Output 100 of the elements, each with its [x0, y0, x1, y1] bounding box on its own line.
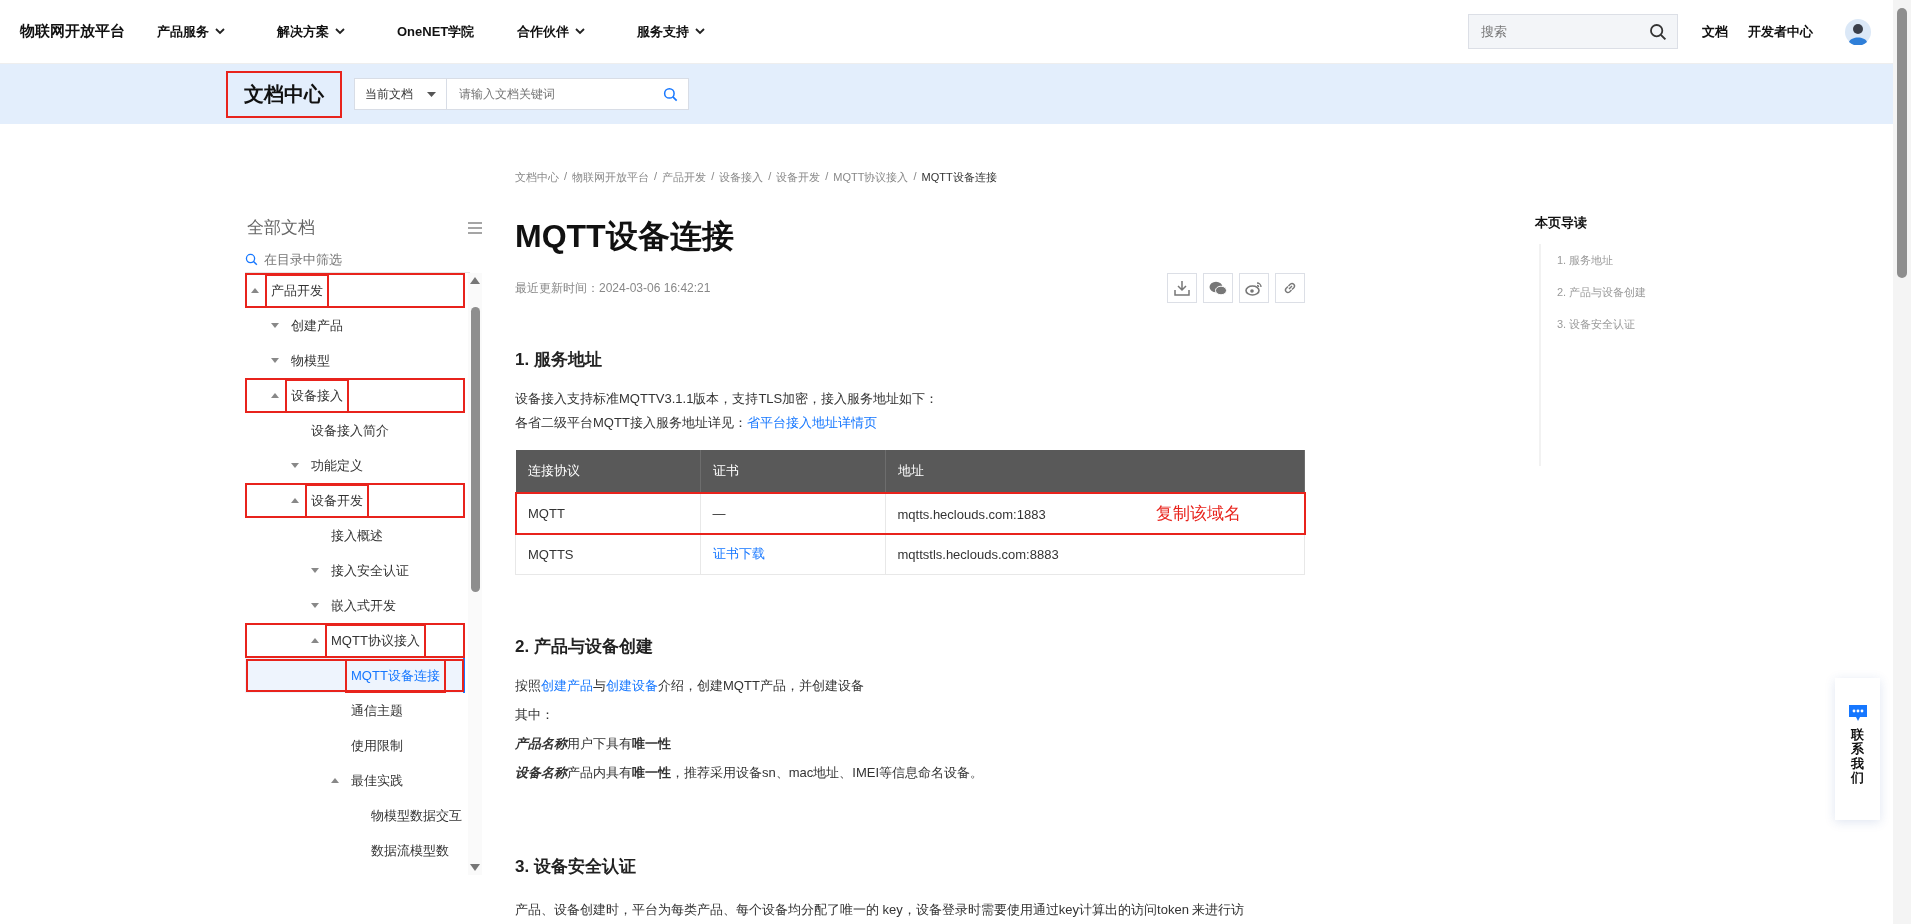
caret-down-icon[interactable]: [470, 864, 480, 871]
paragraph: 产品、设备创建时，平台为每类产品、每个设备均分配了唯一的 key，设备登录时需要使用通过key计算出的访问token 来进行访: [515, 901, 1246, 919]
paragraph: 产品名称用户下具有唯一性: [515, 735, 672, 753]
toc-title: 本页导读: [1535, 214, 1588, 232]
section-heading: 2. 产品与设备创建: [515, 636, 654, 658]
nav-menu-item[interactable]: OneNET学院: [397, 22, 517, 41]
breadcrumb-link[interactable]: 物联网开放平台: [572, 170, 650, 185]
avatar[interactable]: [1845, 18, 1871, 45]
doc-search-field[interactable]: 请输入文档关键词: [447, 79, 688, 109]
nav-menu-item[interactable]: 解决方案: [277, 22, 397, 41]
breadcrumb-link[interactable]: 设备接入: [719, 170, 764, 185]
download-button[interactable]: [1167, 273, 1197, 303]
paragraph: 设备接入支持标准MQTTV3.1.1版本，支持TLS加密，接入服务地址如下： 各省二级平台MQTT接入服务地址详见：省平台接入地址详情页: [515, 390, 940, 432]
caret-up-icon: [251, 288, 259, 293]
share-button[interactable]: [1239, 273, 1269, 303]
text-link[interactable]: 创建设备: [606, 678, 658, 693]
search-input[interactable]: 请输入文档关键词: [457, 86, 663, 102]
chat-bubbles-icon: [1209, 280, 1227, 296]
column-header: 地址: [885, 450, 1305, 493]
paragraph: 按照创建产品与创建设备介绍，创建MQTT产品，并创建设备: [515, 677, 865, 695]
page-title: 文档中心: [226, 70, 342, 118]
caret-up-icon: [331, 778, 339, 783]
search-icon[interactable]: [1649, 22, 1667, 41]
search-input[interactable]: 搜索: [1479, 23, 1649, 40]
tree-item[interactable]: 设备接入简介: [245, 413, 465, 448]
breadcrumb-separator: /: [825, 170, 829, 184]
breadcrumb-separator: /: [564, 170, 568, 184]
caret-down-icon: [311, 603, 319, 608]
filter-input[interactable]: 在目录中筛选: [262, 251, 470, 268]
copy-link-button[interactable]: [1275, 273, 1305, 303]
tree-item[interactable]: 设备接入: [245, 378, 465, 413]
header-link[interactable]: 开发者中心: [1748, 22, 1813, 41]
link-icon: [1282, 280, 1298, 296]
text-link[interactable]: 省平台接入地址详情页: [746, 415, 877, 430]
section-heading: 3. 设备安全认证: [515, 856, 637, 878]
caret-up-icon: [291, 498, 299, 503]
tree-item[interactable]: 产品开发: [245, 273, 465, 308]
cell-text: —: [712, 505, 726, 521]
breadcrumb-link[interactable]: MQTT协议接入: [833, 170, 909, 185]
nav-menu-item[interactable]: 合作伙伴: [517, 22, 637, 41]
tree-item[interactable]: 嵌入式开发: [245, 588, 465, 623]
chat-icon: [1847, 704, 1868, 722]
menu-icon[interactable]: [468, 221, 482, 234]
tree-item[interactable]: 接入概述: [245, 518, 465, 553]
text-link[interactable]: 创建产品: [541, 678, 593, 693]
update-time: 最近更新时间：2024-03-06 16:42:21: [515, 279, 711, 297]
caret-up-icon[interactable]: [470, 277, 480, 284]
cell-text: MQTTS: [528, 546, 574, 562]
caret-down-icon: [311, 568, 319, 573]
nav-menu-item[interactable]: 产品服务: [157, 22, 277, 41]
column-header: 连接协议: [515, 450, 700, 493]
breadcrumb-separator: /: [711, 170, 715, 184]
tree-item[interactable]: 使用限制: [245, 728, 465, 763]
sidebar-title: 全部文档: [247, 217, 315, 239]
caret-up-icon: [311, 638, 319, 643]
tree-item[interactable]: 通信主题: [245, 693, 465, 728]
tree-item[interactable]: 功能定义: [245, 448, 465, 483]
header-link[interactable]: 文档: [1702, 22, 1728, 41]
share-button[interactable]: [1203, 273, 1233, 303]
tree-item[interactable]: 最佳实践: [245, 763, 465, 798]
filter-field[interactable]: 在目录中筛选: [245, 251, 470, 273]
doc-search-bar[interactable]: 当前文档 请输入文档关键词: [354, 78, 689, 110]
column-header: 证书: [700, 450, 885, 493]
cell-text: mqtts.heclouds.com:1883: [897, 506, 1046, 522]
scope-dropdown[interactable]: 当前文档: [355, 79, 447, 109]
chevron-down-icon: [335, 28, 345, 35]
tree-item[interactable]: 物模型数据交互: [245, 798, 465, 833]
tree-item[interactable]: 物模型: [245, 343, 465, 378]
swirl-icon: [1245, 280, 1263, 296]
download-icon: [1174, 280, 1190, 296]
caret-up-icon: [271, 393, 279, 398]
tree-item[interactable]: 创建产品: [245, 308, 465, 343]
nav-menu-item[interactable]: 服务支持: [637, 22, 757, 41]
breadcrumb-link[interactable]: 文档中心: [515, 170, 559, 185]
breadcrumb-separator: /: [654, 170, 658, 184]
chevron-down-icon: [575, 28, 585, 35]
breadcrumb-link[interactable]: 设备开发: [776, 170, 821, 185]
site-logo[interactable]: 物联网开放平台: [20, 22, 125, 41]
caret-down-icon: [291, 463, 299, 468]
caret-down-icon: [271, 358, 279, 363]
tree-item[interactable]: MQTT设备连接: [245, 658, 465, 693]
contact-button[interactable]: 联系我们: [1835, 678, 1880, 820]
search-field[interactable]: 搜索: [1468, 14, 1678, 49]
caret-down-icon: [427, 91, 436, 97]
chevron-down-icon: [695, 28, 705, 35]
text-link[interactable]: 证书下载: [712, 546, 765, 561]
annotation-text: 复制该域名: [1155, 503, 1241, 523]
chevron-down-icon: [215, 28, 225, 35]
breadcrumb-link[interactable]: 产品开发: [662, 170, 707, 185]
breadcrumb-separator: /: [913, 170, 917, 184]
tree-item[interactable]: 数据流模型数: [245, 833, 465, 868]
cell-text: mqttstls.heclouds.com:8883: [897, 546, 1059, 562]
breadcrumb-separator: /: [768, 170, 772, 184]
tree-item[interactable]: MQTT协议接入: [245, 623, 465, 658]
article-title: MQTT设备连接: [515, 217, 735, 256]
tree-item[interactable]: 接入安全认证: [245, 553, 465, 588]
paragraph: 其中：: [515, 706, 555, 724]
scrollbar[interactable]: [1893, 0, 1911, 924]
scrollbar[interactable]: [468, 273, 482, 875]
tree-item[interactable]: 设备开发: [245, 483, 465, 518]
